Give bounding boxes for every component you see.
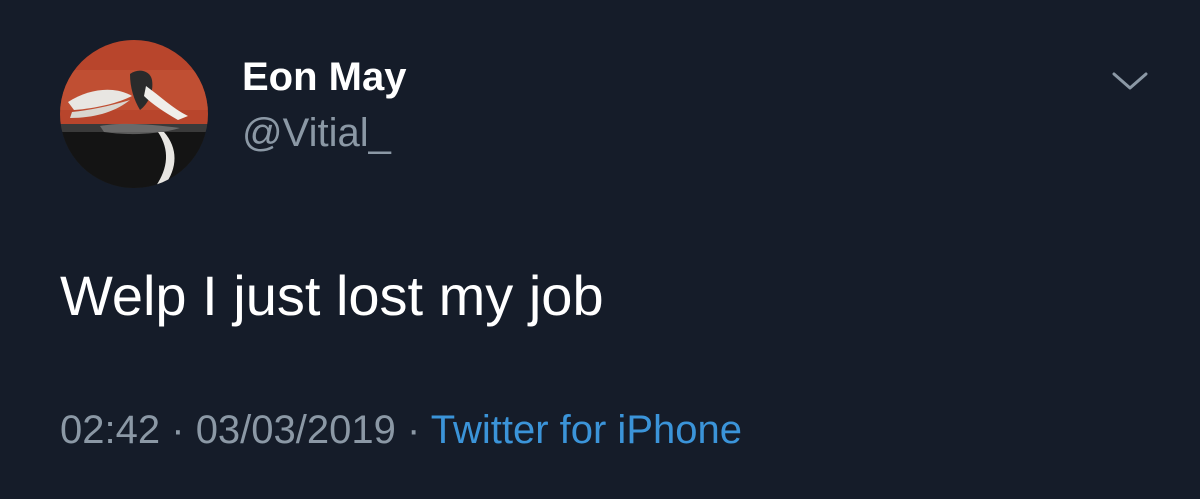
tweet-metadata: 02:42 · 03/03/2019 · Twitter for iPhone (60, 406, 742, 454)
display-name[interactable]: Eon May (242, 54, 406, 100)
tweet-date[interactable]: 03/03/2019 (196, 408, 396, 452)
separator-dot: · (171, 408, 185, 452)
separator-dot: · (407, 408, 421, 452)
tweet-card: Eon May @Vitial_ Welp I just lost my job… (0, 0, 1200, 499)
avatar-image (60, 40, 208, 188)
tweet-time[interactable]: 02:42 (60, 408, 160, 452)
chevron-down-icon[interactable] (1110, 66, 1150, 96)
tweet-source-link[interactable]: Twitter for iPhone (431, 408, 742, 452)
avatar[interactable] (60, 40, 208, 188)
tweet-text: Welp I just lost my job (60, 264, 604, 327)
user-handle[interactable]: @Vitial_ (242, 110, 391, 156)
